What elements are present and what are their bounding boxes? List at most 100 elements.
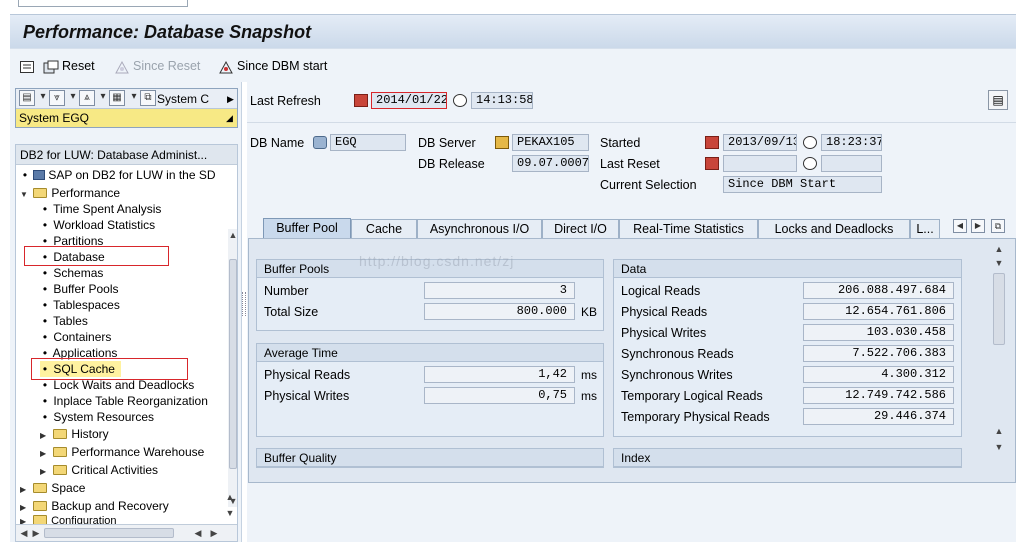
tree-horizontal-scrollbar[interactable]: ◀ ▶ ◀ ▶ (16, 524, 237, 541)
tree-item-critical[interactable]: ▶ Critical Activities (40, 462, 158, 478)
dropdown-arrow-icon[interactable]: ▾ (38, 90, 48, 106)
command-field[interactable] (18, 0, 188, 7)
dropdown-arrow-icon[interactable]: ▾ (68, 90, 78, 106)
reset-button[interactable]: Reset (43, 57, 95, 75)
tree-item-history[interactable]: ▶ History (40, 426, 109, 442)
data-group: Data Logical Reads 206.088.497.684 Physi… (613, 259, 962, 437)
copy-icon[interactable]: ⧉ (140, 90, 156, 106)
calendar-icon[interactable] (705, 136, 719, 149)
last-refresh-date[interactable]: 2014/01/22 (371, 92, 447, 109)
started-time[interactable]: 18:23:37 (821, 134, 882, 151)
tab-more[interactable]: L... (910, 219, 940, 239)
filter-up-icon[interactable]: ⩓ (79, 90, 95, 106)
started-date[interactable]: 2013/09/13 (723, 134, 797, 151)
avg-physical-writes-label: Physical Writes (264, 389, 350, 403)
dropdown-arrow-icon[interactable]: ▾ (129, 90, 139, 106)
tab-real-time-statistics[interactable]: Real-Time Statistics (619, 219, 758, 239)
triangle-right-icon[interactable]: ▶ (20, 517, 30, 524)
scroll-left-icon[interactable]: ◀ (192, 527, 204, 539)
tab-list-icon[interactable]: ⧉ (991, 219, 1005, 233)
filter-down-icon[interactable]: ⩔ (49, 90, 65, 106)
chevron-right-icon[interactable]: ▶ (227, 91, 234, 107)
tree-vertical-scrollbar[interactable]: ▲ ▼ (227, 229, 237, 507)
triangle-right-icon[interactable]: ▶ (40, 428, 50, 444)
total-size-label: Total Size (264, 305, 319, 319)
last-reset-time[interactable] (821, 155, 882, 172)
last-refresh-time[interactable]: 14:13:58 (471, 92, 533, 109)
layout-icon[interactable]: ▦ (109, 90, 125, 106)
since-dbm-start-label: Since DBM start (237, 59, 328, 73)
tree-item-schemas[interactable]: • Schemas (40, 265, 103, 281)
scroll-down-icon[interactable]: ▼ (993, 441, 1005, 453)
tree-item-label: Lock Waits and Deadlocks (53, 378, 195, 392)
tab-asynchronous-io[interactable]: Asynchronous I/O (417, 219, 542, 239)
triangle-right-icon[interactable]: ▶ (20, 500, 30, 516)
db-name-field[interactable]: EGQ (330, 134, 406, 151)
physical-writes-value: 103.030.458 (803, 324, 954, 341)
tab-locks-and-deadlocks[interactable]: Locks and Deadlocks (758, 219, 910, 239)
tree-item-perf-warehouse[interactable]: ▶ Performance Warehouse (40, 444, 204, 460)
system-dropdown-icon[interactable]: ◢ (226, 113, 233, 124)
tree-item-label: Containers (53, 330, 112, 344)
scroll-up-icon[interactable]: ▲ (227, 229, 237, 241)
scroll-up-icon[interactable]: ▲ (993, 243, 1005, 255)
folder-icon (33, 483, 48, 493)
scroll-down-icon[interactable]: ▼ (993, 257, 1005, 269)
scroll-down-icon[interactable]: ▼ (224, 507, 236, 519)
last-reset-date[interactable] (723, 155, 797, 172)
db-server-field[interactable]: PEKAX105 (512, 134, 589, 151)
tree-item-workload[interactable]: • Workload Statistics (40, 217, 155, 233)
synchronous-reads-value: 7.522.706.383 (803, 345, 954, 362)
scroll-thumb[interactable] (44, 528, 174, 538)
current-selection-field[interactable]: Since DBM Start (723, 176, 882, 193)
since-reset-button[interactable]: Since Reset (114, 57, 200, 75)
db-release-field[interactable]: 09.07.0007 (512, 155, 589, 172)
tree-item-tablespaces[interactable]: • Tablespaces (40, 297, 120, 313)
tree-item-sap[interactable]: • SAP on DB2 for LUW in the SD (20, 167, 216, 183)
scroll-thumb[interactable] (229, 259, 237, 469)
triangle-right-icon[interactable]: ▶ (40, 446, 50, 462)
tab-scroll-left-icon[interactable]: ◀ (953, 219, 967, 233)
scroll-thumb[interactable] (993, 273, 1005, 345)
scroll-left-icon[interactable]: ◀ (18, 527, 30, 539)
tree-item-system-resources[interactable]: • System Resources (40, 409, 154, 425)
calendar-icon[interactable] (705, 157, 719, 170)
settings-icon[interactable]: ▤ (988, 90, 1008, 110)
system-field[interactable]: System EGQ (19, 110, 219, 126)
scroll-right-icon[interactable]: ▶ (208, 527, 220, 539)
splitter-handle[interactable] (242, 292, 246, 316)
list-icon[interactable] (20, 57, 37, 75)
dropdown-arrow-icon[interactable]: ▾ (98, 90, 108, 106)
tab-cache[interactable]: Cache (351, 219, 417, 239)
last-refresh-label: Last Refresh (250, 94, 321, 108)
tree-item-containers[interactable]: • Containers (40, 329, 111, 345)
triangle-right-icon[interactable]: ▶ (40, 464, 50, 480)
calendar-icon[interactable] (354, 94, 368, 107)
index-group: Index (613, 448, 962, 468)
total-size-value: 800.000 (424, 303, 575, 320)
tree-item-performance[interactable]: ▼ Performance (20, 185, 120, 201)
tab-scroll-right-icon[interactable]: ▶ (971, 219, 985, 233)
system-selector-label[interactable]: System C (157, 91, 209, 107)
expand-icon[interactable]: ▤ (19, 90, 35, 106)
scroll-up-icon[interactable]: ▲ (993, 425, 1005, 437)
triangle-right-icon[interactable]: ▶ (20, 482, 30, 498)
panel-vertical-scrollbar[interactable]: ▲ ▼ ▲ ▼ (990, 239, 1008, 482)
tab-direct-io[interactable]: Direct I/O (542, 219, 619, 239)
since-dbm-start-button[interactable]: Since DBM start (218, 57, 327, 75)
last-reset-label: Last Reset (600, 157, 660, 171)
tree-item-configuration[interactable]: ▶ Configuration (20, 515, 117, 524)
db-release-label: DB Release (418, 157, 485, 171)
db-server-label: DB Server (418, 136, 476, 150)
tab-buffer-pool[interactable]: Buffer Pool (263, 218, 351, 239)
tree-item-backup[interactable]: ▶ Backup and Recovery (20, 498, 169, 514)
scroll-up-icon[interactable]: ▲ (224, 491, 236, 503)
tree-item-tables[interactable]: • Tables (40, 313, 88, 329)
tree-item-space[interactable]: ▶ Space (20, 480, 85, 496)
tree-item-time-spent[interactable]: • Time Spent Analysis (40, 201, 162, 217)
tree-item-inplace-reorg[interactable]: • Inplace Table Reorganization (40, 393, 208, 409)
tree-item-buffer-pools[interactable]: • Buffer Pools (40, 281, 119, 297)
navigation-tree: DB2 for LUW: Database Administ... • SAP … (15, 144, 238, 542)
scroll-right-icon[interactable]: ▶ (30, 527, 42, 539)
triangle-down-icon[interactable]: ▼ (20, 187, 30, 203)
